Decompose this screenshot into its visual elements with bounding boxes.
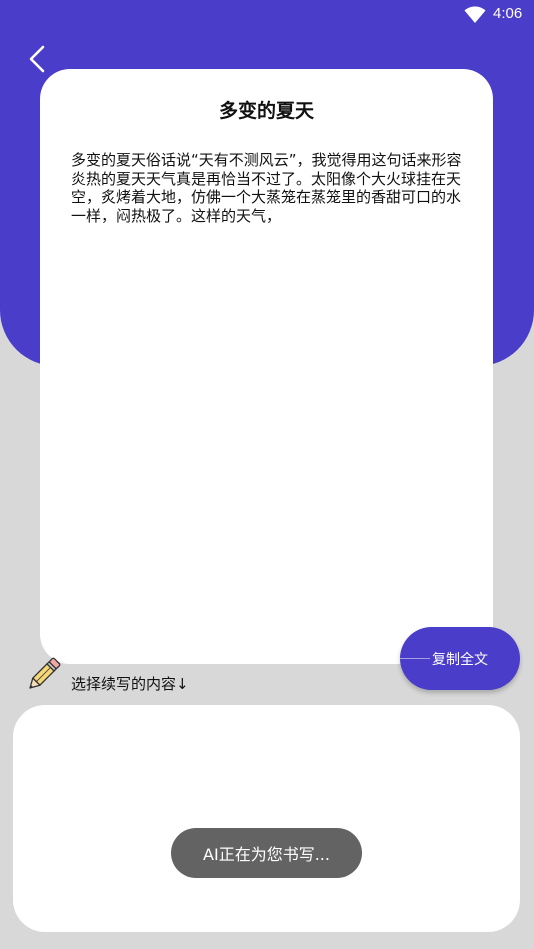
article-body: 多变的夏天俗话说“天有不测风云”，我觉得用这句话来形容炎热的夏天天气真是再恰当不… bbox=[71, 151, 462, 225]
back-button[interactable] bbox=[24, 40, 54, 80]
chevron-left-icon bbox=[29, 45, 45, 73]
continue-section-label: 选择续写的内容↓ bbox=[71, 675, 189, 693]
status-bar: 4:06 bbox=[0, 0, 534, 30]
writing-toast: AI正在为您书写... bbox=[171, 828, 362, 878]
wifi-icon bbox=[464, 6, 486, 23]
article-title: 多变的夏天 bbox=[218, 100, 314, 122]
pencil-icon bbox=[29, 657, 61, 689]
copy-all-button[interactable]: 复制全文 bbox=[400, 627, 520, 690]
continue-options-panel[interactable] bbox=[13, 705, 520, 932]
article-card: 多变的夏天 多变的夏天俗话说“天有不测风云”，我觉得用这句话来形容炎热的夏天天气… bbox=[40, 69, 493, 664]
status-time: 4:06 bbox=[493, 5, 523, 22]
